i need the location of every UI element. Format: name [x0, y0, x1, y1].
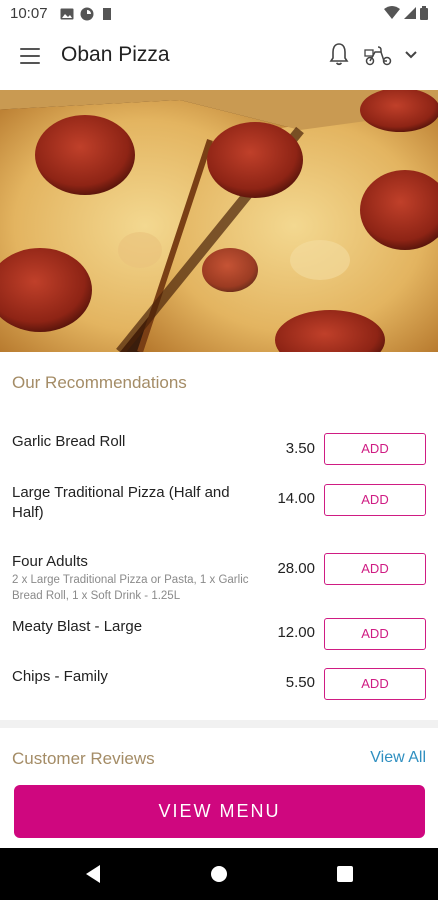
- item-price: 3.50: [285, 440, 315, 457]
- add-button[interactable]: ADD: [324, 553, 426, 585]
- section-divider: [0, 720, 438, 728]
- recents-icon[interactable]: [337, 866, 353, 882]
- menu-icon[interactable]: [20, 48, 40, 64]
- battery-icon: [420, 6, 428, 20]
- home-icon[interactable]: [211, 866, 227, 882]
- status-bar: 10:07: [0, 0, 438, 28]
- item-name: Large Traditional Pizza (Half and Half): [12, 484, 230, 521]
- wifi-icon: [384, 6, 400, 19]
- reviews-title: Customer Reviews: [12, 749, 155, 768]
- app-bar: Oban Pizza: [0, 28, 438, 90]
- add-button[interactable]: ADD: [324, 484, 426, 516]
- app-title: Oban Pizza: [61, 43, 170, 66]
- hero-image: [0, 90, 438, 352]
- add-button[interactable]: ADD: [324, 618, 426, 650]
- bell-icon[interactable]: [328, 42, 350, 66]
- add-button[interactable]: ADD: [324, 668, 426, 700]
- item-price: 28.00: [277, 560, 315, 577]
- item-price: 5.50: [285, 674, 315, 691]
- pepperoni-pizza-photo: [0, 90, 438, 352]
- recommendations-title: Our Recommendations: [12, 373, 187, 392]
- status-icons-left: [60, 7, 114, 21]
- item-price: 14.00: [277, 490, 315, 507]
- sd-card-icon: [103, 8, 111, 20]
- view-all-link[interactable]: View All: [370, 749, 426, 767]
- circle-app-icon: [80, 7, 94, 21]
- item-name: Garlic Bread Roll: [12, 433, 126, 450]
- item-name: Meaty Blast - Large: [12, 618, 143, 635]
- system-nav-bar: [0, 848, 438, 900]
- image-icon: [60, 8, 74, 20]
- delivery-icon[interactable]: [364, 44, 394, 66]
- item-description: 2 x Large Traditional Pizza or Pasta, 1 …: [12, 574, 249, 602]
- chevron-down-icon[interactable]: [404, 50, 418, 60]
- item-name: Chips - Family: [12, 668, 108, 685]
- item-price: 12.00: [277, 624, 315, 641]
- item-name: Four Adults: [12, 553, 88, 570]
- back-icon[interactable]: [84, 864, 102, 884]
- status-icons-right: [384, 6, 428, 20]
- signal-icon: [404, 7, 416, 19]
- add-button[interactable]: ADD: [324, 433, 426, 465]
- status-time: 10:07: [10, 5, 48, 22]
- view-menu-button[interactable]: VIEW MENU: [14, 785, 425, 838]
